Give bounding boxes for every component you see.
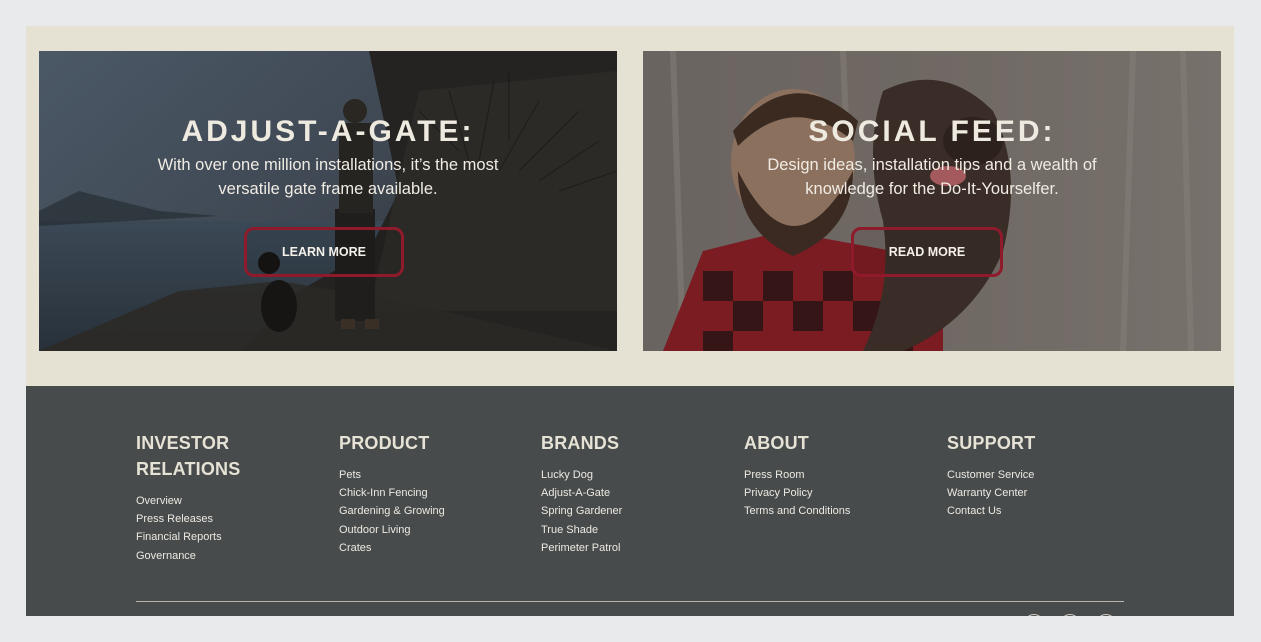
footer-link-overview[interactable]: Overview (136, 492, 266, 510)
footer-link-pets[interactable]: Pets (339, 466, 445, 484)
footer-heading: BRANDS (541, 433, 620, 453)
promo-card-social-feed: SOCIAL FEED: Design ideas, installation … (643, 51, 1221, 351)
card-description: Design ideas, installation tips and a we… (767, 156, 1097, 198)
footer-link-press-releases[interactable]: Press Releases (136, 510, 266, 528)
footer-links: Lucky Dog Adjust-A-Gate Spring Gardener … (541, 466, 622, 557)
card-background-image (39, 51, 617, 351)
footer-heading: PRODUCT (339, 433, 430, 453)
footer-links: Pets Chick-Inn Fencing Gardening & Growi… (339, 466, 445, 557)
footer-link-press-room[interactable]: Press Room (744, 466, 850, 484)
footer-link-adjust-a-gate[interactable]: Adjust-A-Gate (541, 484, 622, 502)
footer-link-perimeter-patrol[interactable]: Perimeter Patrol (541, 539, 622, 557)
footer-link-lucky-dog[interactable]: Lucky Dog (541, 466, 622, 484)
footer-link-outdoor-living[interactable]: Outdoor Living (339, 521, 445, 539)
read-more-button[interactable]: READ MORE (851, 227, 1003, 277)
footer-links: Overview Press Releases Financial Report… (136, 492, 266, 565)
footer-heading: ABOUT (744, 433, 809, 453)
learn-more-button[interactable]: LEARN MORE (244, 227, 404, 277)
footer-divider (136, 601, 1124, 602)
footer-link-customer-service[interactable]: Customer Service (947, 466, 1035, 484)
card-background-image (643, 51, 1221, 351)
footer-links: Press Room Privacy Policy Terms and Cond… (744, 466, 850, 521)
footer-link-chick-inn-fencing[interactable]: Chick-Inn Fencing (339, 484, 445, 502)
site-footer: INVESTOR RELATIONS Overview Press Releas… (26, 386, 1234, 616)
footer-link-privacy-policy[interactable]: Privacy Policy (744, 484, 850, 502)
footer-link-terms-and-conditions[interactable]: Terms and Conditions (744, 502, 850, 520)
footer-column-about: ABOUT Press Room Privacy Policy Terms an… (744, 430, 850, 521)
promo-band: ADJUST-A-GATE: With over one million ins… (26, 26, 1234, 386)
social-icon-3[interactable] (1096, 614, 1116, 616)
footer-heading: INVESTOR RELATIONS (136, 433, 241, 479)
footer-column-investor-relations: INVESTOR RELATIONS Overview Press Releas… (136, 430, 266, 565)
social-icon-2[interactable] (1060, 614, 1080, 616)
footer-link-spring-gardener[interactable]: Spring Gardener (541, 502, 622, 520)
card-title: ADJUST-A-GATE: (181, 115, 475, 148)
footer-column-brands: BRANDS Lucky Dog Adjust-A-Gate Spring Ga… (541, 430, 622, 557)
footer-link-gardening-growing[interactable]: Gardening & Growing (339, 502, 445, 520)
promo-card-adjust-a-gate: ADJUST-A-GATE: With over one million ins… (39, 51, 617, 351)
footer-link-governance[interactable]: Governance (136, 547, 266, 565)
footer-column-support: SUPPORT Customer Service Warranty Center… (947, 430, 1035, 521)
footer-heading: SUPPORT (947, 433, 1036, 453)
footer-links: Customer Service Warranty Center Contact… (947, 466, 1035, 521)
footer-link-financial-reports[interactable]: Financial Reports (136, 528, 266, 546)
footer-link-true-shade[interactable]: True Shade (541, 521, 622, 539)
card-title: SOCIAL FEED: (808, 115, 1056, 148)
footer-link-contact-us[interactable]: Contact Us (947, 502, 1035, 520)
footer-link-crates[interactable]: Crates (339, 539, 445, 557)
social-icon-1[interactable] (1024, 614, 1044, 616)
page: ADJUST-A-GATE: With over one million ins… (26, 26, 1234, 616)
card-description: With over one million installations, it’… (157, 156, 499, 198)
footer-link-warranty-center[interactable]: Warranty Center (947, 484, 1035, 502)
footer-column-product: PRODUCT Pets Chick-Inn Fencing Gardening… (339, 430, 445, 557)
